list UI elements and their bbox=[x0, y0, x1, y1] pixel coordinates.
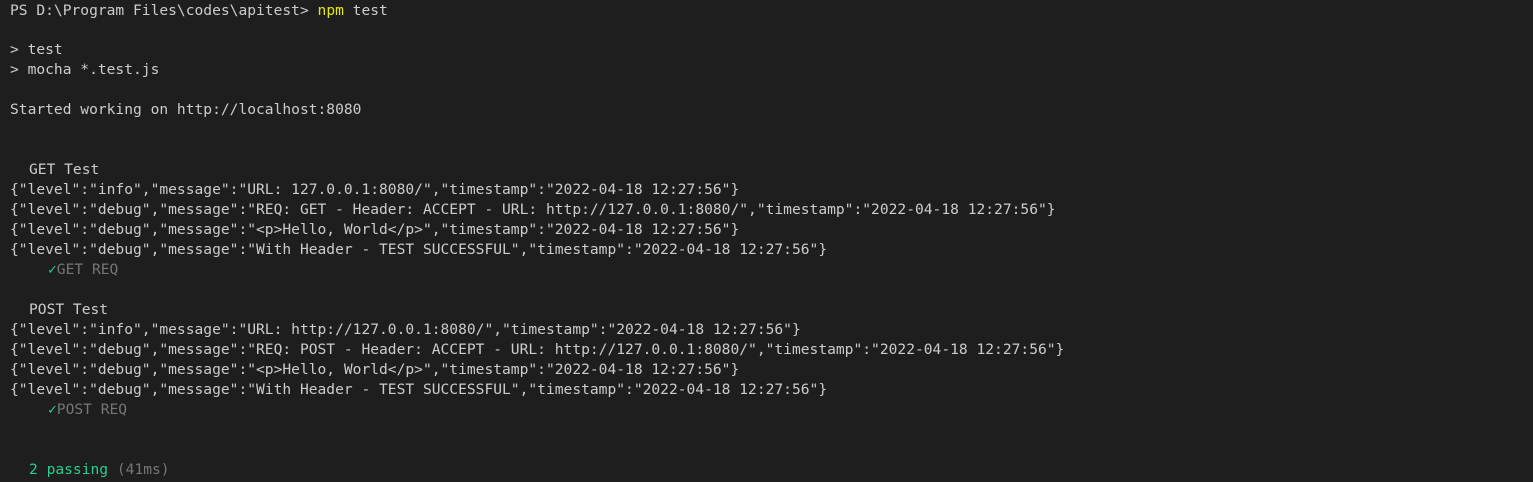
prompt-args: test bbox=[343, 2, 388, 19]
suite-title-get: GET Test bbox=[29, 161, 100, 178]
passing-count: 2 passing bbox=[29, 461, 109, 478]
log-line: {"level":"debug","message":"With Header … bbox=[10, 381, 828, 398]
prompt-line: PS D:\Program Files\codes\apitest> npm t… bbox=[10, 1, 388, 21]
script-line: > mocha *.test.js bbox=[10, 61, 160, 78]
log-line: {"level":"debug","message":"<p>Hello, Wo… bbox=[10, 361, 740, 378]
test-result-get: ✓GET REQ bbox=[10, 260, 118, 280]
script-line: > test bbox=[10, 41, 63, 58]
suite-title-post: POST Test bbox=[29, 301, 109, 318]
server-message: Started working on http://localhost:8080 bbox=[10, 101, 362, 118]
test-name: GET REQ bbox=[56, 261, 119, 278]
test-name: POST REQ bbox=[56, 401, 128, 418]
checkmark-icon: ✓ bbox=[48, 261, 57, 278]
summary-line: 2 passing (41ms) bbox=[10, 460, 170, 480]
prompt-path: PS D:\Program Files\codes\apitest> bbox=[10, 2, 318, 19]
log-line: {"level":"debug","message":"<p>Hello, Wo… bbox=[10, 221, 740, 238]
test-result-post: ✓POST REQ bbox=[10, 400, 127, 420]
duration: (41ms) bbox=[116, 461, 170, 478]
terminal-output[interactable]: PS D:\Program Files\codes\apitest> npm t… bbox=[10, 0, 1533, 482]
checkmark-icon: ✓ bbox=[48, 401, 57, 418]
log-line: {"level":"info","message":"URL: http://1… bbox=[10, 321, 801, 338]
log-line: {"level":"debug","message":"REQ: GET - H… bbox=[10, 201, 1056, 218]
log-line: {"level":"debug","message":"With Header … bbox=[10, 241, 828, 258]
log-line: {"level":"info","message":"URL: 127.0.0.… bbox=[10, 181, 740, 198]
prompt-command: npm bbox=[317, 2, 344, 19]
log-line: {"level":"debug","message":"REQ: POST - … bbox=[10, 341, 1065, 358]
